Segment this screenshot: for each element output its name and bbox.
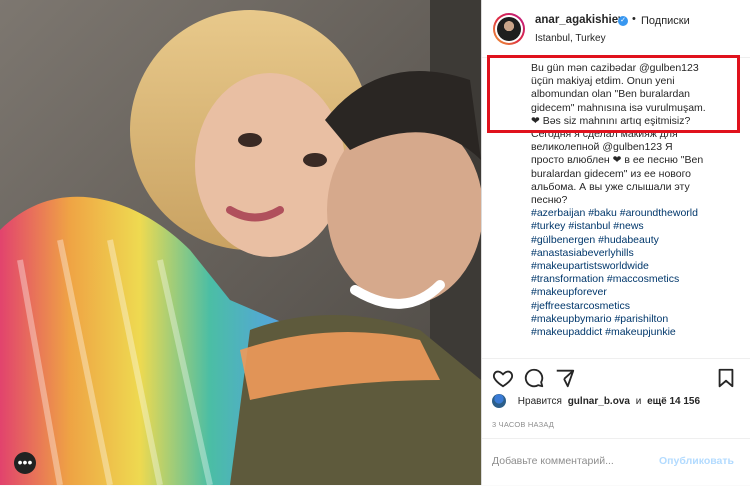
- post-photo-illustration: [0, 0, 481, 485]
- post-details-panel: anar_agakishiev ✓ • Подписки Istanbul, T…: [481, 0, 750, 485]
- hashtag-line[interactable]: #gülbenergen #hudabeauty: [531, 234, 736, 247]
- likes-row: Нравится gulnar_b.ova и ещё 14 156: [492, 394, 700, 412]
- comment-icon[interactable]: [523, 367, 545, 389]
- avatar[interactable]: [493, 13, 525, 45]
- caption-line: альбома. А вы уже слышали эту: [531, 180, 690, 193]
- hashtag-line[interactable]: #azerbaijan #baku #aroundtheworld: [531, 207, 736, 220]
- action-bar: [482, 358, 750, 395]
- caption-line: великолепной @gulben123 Я: [531, 141, 673, 154]
- more-dots-icon[interactable]: •••: [14, 452, 36, 474]
- following-button[interactable]: Подписки: [641, 15, 690, 27]
- comment-box: Добавьте комментарий... Опубликовать: [482, 438, 750, 486]
- verified-badge-icon: ✓: [618, 16, 628, 26]
- liker-username[interactable]: gulnar_b.ova: [568, 396, 630, 407]
- publish-button[interactable]: Опубликовать: [659, 455, 734, 467]
- bookmark-icon[interactable]: [715, 367, 737, 389]
- hashtag-line[interactable]: #makeupbymario #parishilton: [531, 313, 736, 326]
- likes-prefix: Нравится: [517, 395, 562, 407]
- comment-input[interactable]: Добавьте комментарий...: [492, 455, 614, 467]
- caption-line: buralardan gidecem" из ее нового: [531, 167, 692, 180]
- hashtag-line[interactable]: #jeffreestarcosmetics: [531, 300, 736, 313]
- share-icon[interactable]: [554, 367, 576, 389]
- hashtag-line[interactable]: #makeupaddict #makeupjunkie: [531, 326, 736, 339]
- hashtag-line[interactable]: #anastasiabeverlyhills: [531, 247, 736, 260]
- hashtag-line[interactable]: #transformation #maccosmetics: [531, 273, 736, 286]
- post-photo[interactable]: •••: [0, 0, 481, 485]
- caption-highlight-box: [487, 55, 740, 133]
- caption-line: просто влюблен ❤ в ее песню "Ben: [531, 154, 704, 167]
- post-timestamp[interactable]: 3 ЧАСОВ НАЗАД: [492, 420, 554, 429]
- hashtag-line[interactable]: #makeupartistsworldwide: [531, 260, 736, 273]
- location-link[interactable]: Istanbul, Turkey: [535, 33, 606, 44]
- likes-and: и: [635, 395, 642, 407]
- post-header: anar_agakishiev ✓ • Подписки Istanbul, T…: [482, 0, 750, 58]
- hashtag-line[interactable]: #makeupforever: [531, 286, 736, 299]
- heart-icon[interactable]: [492, 367, 514, 389]
- username-link[interactable]: anar_agakishiev: [535, 14, 625, 26]
- hashtag-line[interactable]: #turkey #istanbul #news: [531, 220, 736, 233]
- liker-avatar[interactable]: [492, 394, 506, 408]
- separator-dot: •: [632, 13, 636, 25]
- likes-count[interactable]: ещё 14 156: [647, 396, 700, 407]
- caption-line: песню?: [531, 194, 568, 207]
